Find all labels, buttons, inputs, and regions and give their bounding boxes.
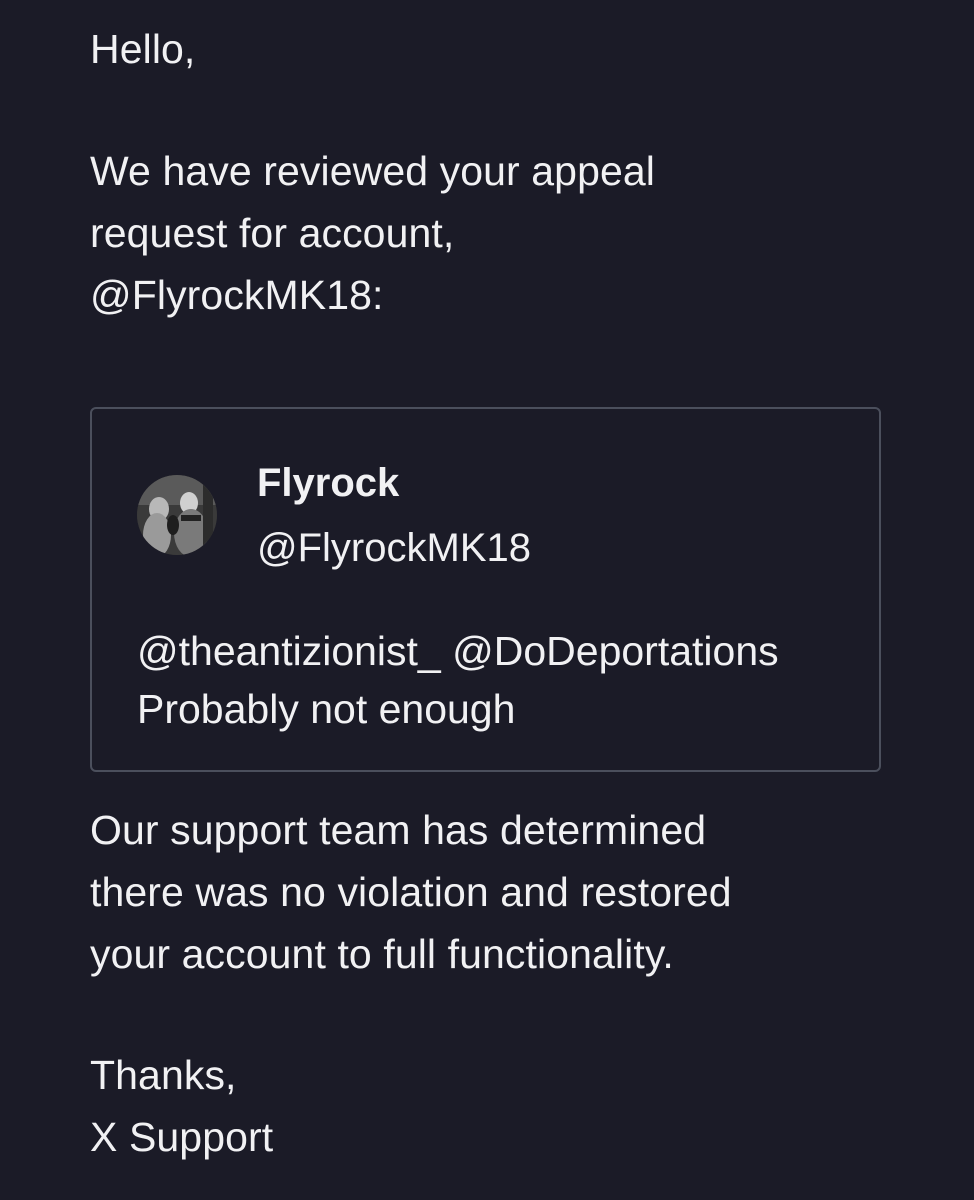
intro-line: We have reviewed your appeal [90, 148, 655, 194]
tweet-display-name[interactable]: Flyrock [257, 461, 399, 506]
tweet-card[interactable]: Flyrock @FlyrockMK18 @theantizionist_ @D… [90, 407, 881, 772]
tweet-handle[interactable]: @FlyrockMK18 [257, 526, 531, 571]
greeting-text: Hello, [90, 18, 195, 80]
signature-text: X Support [90, 1114, 274, 1160]
tweet-text: @theantizionist_ @DoDeportations Probabl… [137, 622, 779, 738]
result-line: your account to full functionality. [90, 931, 674, 977]
email-body: Hello, We have reviewed your appeal requ… [90, 0, 890, 1200]
result-line: there was no violation and restored [90, 869, 732, 915]
profile-avatar-icon[interactable] [137, 475, 217, 555]
tweet-mentions[interactable]: @theantizionist_ @DoDeportations [137, 622, 779, 680]
intro-line: request for account, [90, 210, 455, 256]
signoff: Thanks, X Support [90, 1044, 273, 1168]
result-paragraph: Our support team has determined there wa… [90, 799, 732, 985]
tweet-content: Probably not enough [137, 686, 516, 732]
intro-paragraph: We have reviewed your appeal request for… [90, 140, 655, 326]
result-line: Our support team has determined [90, 807, 707, 853]
greeting-line: Hello, [90, 26, 196, 72]
intro-account-handle: @FlyrockMK18: [90, 272, 384, 318]
closing-text: Thanks, [90, 1052, 237, 1098]
avatar-image [137, 475, 217, 555]
